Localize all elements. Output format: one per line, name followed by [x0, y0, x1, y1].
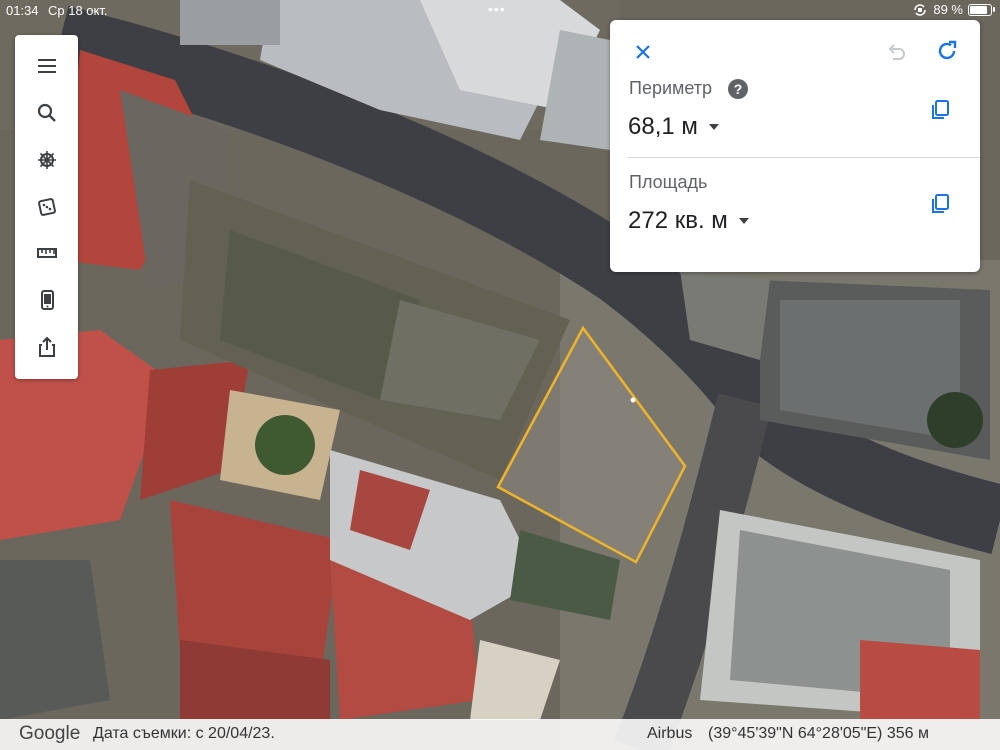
- battery-percent: 89 %: [933, 2, 963, 17]
- undo-button[interactable]: [882, 38, 910, 66]
- perimeter-label: Периметр: [629, 78, 713, 98]
- rotation-lock-icon: [914, 3, 927, 16]
- status-bar: 01:34 Ср 18 окт. ••• 89 %: [0, 0, 1000, 22]
- status-right: 89 %: [912, 2, 995, 17]
- dice-icon: [37, 198, 56, 216]
- imagery-date: Дата съемки: с 20/04/23.: [93, 725, 275, 742]
- battery-icon: [968, 3, 995, 16]
- camera-coordinates: (39°45'39"N 64°28'05"E) 356 м: [708, 725, 929, 742]
- voyager-wheel-icon: [37, 151, 56, 169]
- search-icon: [37, 103, 56, 122]
- panel-divider: [628, 157, 980, 158]
- menu-icon: [37, 59, 56, 73]
- status-time: 01:34: [6, 3, 39, 18]
- left-toolbar: [15, 35, 78, 379]
- feeling-lucky-button[interactable]: [15, 185, 78, 229]
- copy-area-button[interactable]: [926, 190, 954, 218]
- measure-button[interactable]: [15, 231, 78, 275]
- voyager-button[interactable]: [15, 138, 78, 182]
- undo-icon: [888, 44, 905, 60]
- chevron-down-icon: [738, 218, 749, 224]
- perimeter-value-dropdown[interactable]: 68,1 м: [628, 113, 720, 141]
- device-icon: [40, 290, 54, 310]
- ruler-icon: [36, 248, 57, 258]
- area-label: Площадь: [629, 172, 708, 192]
- search-button[interactable]: [15, 91, 78, 135]
- redo-button[interactable]: [933, 37, 961, 65]
- menu-button[interactable]: [15, 44, 78, 88]
- area-value: 272 кв. м: [628, 207, 728, 234]
- copy-perimeter-button[interactable]: [926, 96, 954, 124]
- perimeter-value: 68,1 м: [628, 113, 698, 140]
- copy-icon: [932, 100, 949, 119]
- copy-icon: [932, 194, 949, 213]
- area-value-dropdown[interactable]: 272 кв. м: [628, 207, 750, 235]
- multitasking-dots[interactable]: •••: [488, 1, 506, 17]
- chevron-down-icon: [708, 124, 719, 130]
- share-button[interactable]: [15, 325, 78, 369]
- imagery-provider: Airbus: [647, 725, 693, 742]
- share-icon: [38, 336, 55, 357]
- redo-icon: [938, 40, 957, 60]
- projects-button[interactable]: [15, 278, 78, 322]
- help-icon[interactable]: ?: [728, 79, 748, 99]
- close-icon: [636, 45, 650, 59]
- status-date: Ср 18 окт.: [48, 3, 108, 18]
- google-logo: Google: [19, 723, 81, 744]
- measure-panel: Периметр ? 68,1 м Площадь 272 кв. м: [610, 20, 980, 272]
- attribution-bar: Google Дата съемки: с 20/04/23. Airbus (…: [0, 719, 1000, 750]
- close-button[interactable]: [629, 38, 657, 66]
